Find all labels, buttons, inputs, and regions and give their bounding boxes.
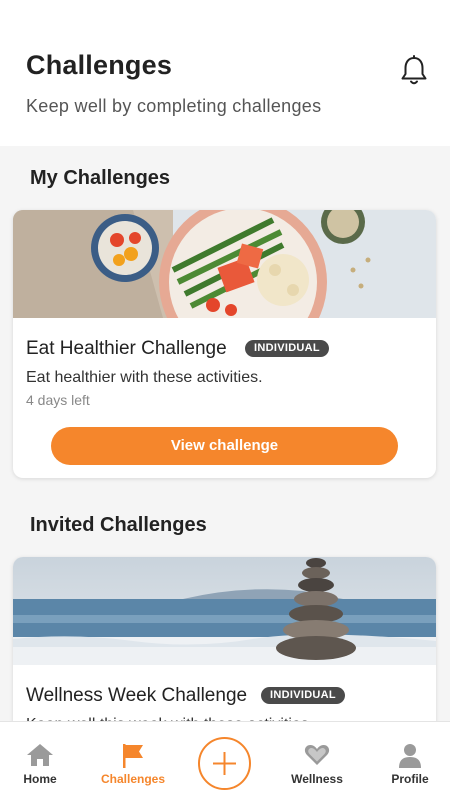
page-header: Challenges Keep well by completing chall… <box>0 0 450 146</box>
challenge-card-wellness-week[interactable]: Wellness Week Challenge INDIVIDUAL Keep … <box>13 557 436 747</box>
notification-bell-icon[interactable] <box>399 55 429 87</box>
challenge-type-badge: INDIVIDUAL <box>245 340 329 357</box>
tab-home[interactable]: Home <box>0 722 80 800</box>
tab-profile[interactable]: Profile <box>370 722 450 800</box>
invited-challenges-heading: Invited Challenges <box>30 514 207 536</box>
challenge-description: Eat healthier with these activities. <box>26 369 263 386</box>
page-title: Challenges <box>26 50 173 80</box>
challenge-name: Wellness Week Challenge <box>26 685 248 706</box>
heart-icon <box>304 745 330 765</box>
tab-challenges[interactable]: Challenges <box>88 722 178 800</box>
challenge-type-badge: INDIVIDUAL <box>261 687 345 704</box>
tab-wellness[interactable]: Wellness <box>275 722 359 800</box>
bottom-tab-bar: Home Challenges Wellness Profile <box>0 721 450 800</box>
my-challenges-heading: My Challenges <box>30 167 171 189</box>
tab-label: Challenges <box>100 772 166 786</box>
tab-label: Profile <box>391 772 429 786</box>
home-icon <box>27 744 53 766</box>
challenge-card-eat-healthier[interactable]: Eat Healthier Challenge INDIVIDUAL Eat h… <box>13 210 436 478</box>
challenge-name: Eat Healthier Challenge <box>26 338 227 359</box>
profile-icon <box>399 744 421 768</box>
tab-label: Wellness <box>291 772 343 786</box>
tab-label: Home <box>23 772 57 786</box>
plus-icon <box>213 752 236 775</box>
page-subtitle: Keep well by completing challenges <box>26 96 322 116</box>
add-challenge-button[interactable] <box>198 737 251 790</box>
stone-stack-image <box>13 557 436 665</box>
challenge-time-left: 4 days left <box>26 392 90 408</box>
flag-icon <box>123 744 143 768</box>
healthy-food-image <box>13 210 436 318</box>
view-challenge-button[interactable]: View challenge <box>51 427 398 465</box>
